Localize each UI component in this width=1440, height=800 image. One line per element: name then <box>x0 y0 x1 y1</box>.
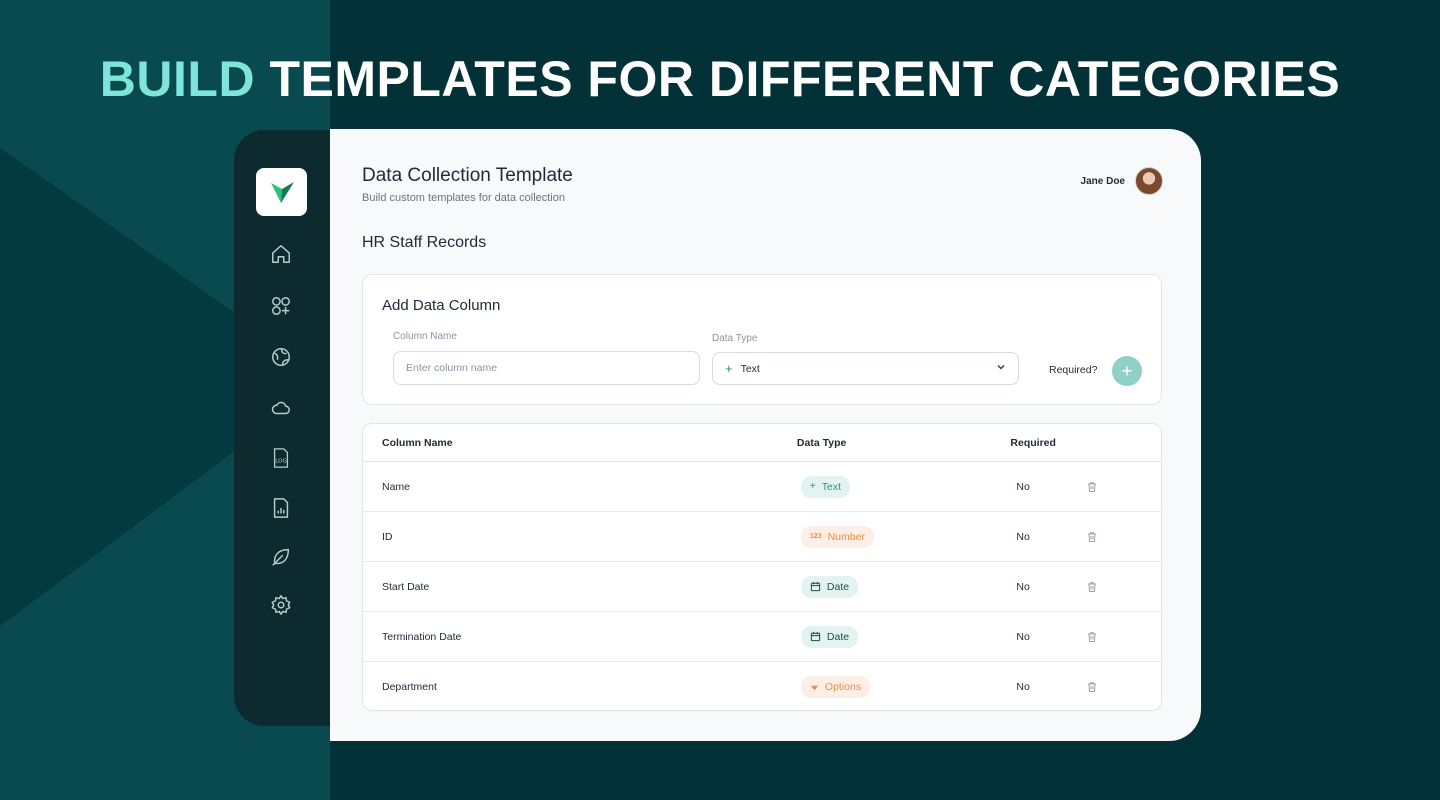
trash-icon[interactable] <box>1086 631 1098 643</box>
card-title: Add Data Column <box>382 297 501 314</box>
trash-icon[interactable] <box>1086 531 1098 543</box>
add-column-card: Add Data Column Column Name Data Type + … <box>362 274 1162 405</box>
row-name: ID <box>382 530 393 543</box>
type-badge: Date <box>800 625 859 648</box>
trash-icon[interactable] <box>1086 481 1098 493</box>
caret-down-icon <box>810 683 819 692</box>
trash-icon[interactable] <box>1086 581 1098 593</box>
type-label: Text <box>821 480 842 493</box>
main-panel: Data Collection Template Build custom te… <box>330 129 1201 741</box>
chevron-down-icon <box>996 362 1006 375</box>
data-type-value: Text <box>740 362 760 375</box>
table-row[interactable]: Termination Date Date No <box>363 612 1161 662</box>
cloud-icon[interactable] <box>269 396 293 420</box>
plus-icon: + <box>809 481 816 492</box>
avatar[interactable] <box>1135 167 1163 195</box>
gear-icon[interactable] <box>269 593 293 617</box>
page-title: Data Collection Template <box>362 165 573 186</box>
type-label: Date <box>826 580 850 593</box>
table-row[interactable]: Name + Text No <box>363 462 1161 512</box>
svg-text:LOG: LOG <box>275 459 286 465</box>
trash-icon[interactable] <box>1086 681 1098 693</box>
type-badge: Options <box>800 676 871 698</box>
row-name: Department <box>382 681 437 693</box>
number-icon: 123 <box>809 533 822 540</box>
row-required: No <box>1016 580 1030 593</box>
column-name-label: Column Name <box>393 331 457 342</box>
type-label: Options <box>824 681 862 693</box>
calendar-icon <box>810 631 821 642</box>
columns-table: Column Name Data Type Required Name + Te… <box>362 423 1162 711</box>
checkmark-logo[interactable] <box>256 168 307 216</box>
globe-icon[interactable] <box>269 345 293 369</box>
report-icon[interactable] <box>269 496 293 520</box>
type-label: Number <box>827 530 865 543</box>
row-required: No <box>1016 630 1030 643</box>
header-data-type: Data Type <box>796 436 847 449</box>
add-column-button[interactable]: + <box>1112 356 1142 386</box>
calendar-icon <box>810 581 821 592</box>
log-file-icon[interactable]: LOG <box>269 446 293 470</box>
table-row[interactable]: Department Options No <box>363 662 1161 710</box>
user-menu[interactable]: Jane Doe <box>1081 167 1163 195</box>
table-header: Column Name Data Type Required <box>363 424 1161 462</box>
plus-icon: + <box>725 361 733 376</box>
row-name: Start Date <box>382 580 430 593</box>
header-required: Required <box>1010 436 1056 449</box>
type-badge: 123 Number <box>800 525 874 548</box>
type-badge: + Text <box>800 475 851 498</box>
table-row[interactable]: Start Date Date No <box>363 562 1161 612</box>
column-name-input[interactable] <box>393 351 700 385</box>
required-label: Required? <box>1049 364 1098 376</box>
type-badge: Date <box>800 575 859 598</box>
table-row[interactable]: ID 123 Number No <box>363 512 1161 562</box>
row-required: No <box>1016 681 1030 693</box>
header-column-name: Column Name <box>382 436 453 449</box>
row-name: Name <box>382 480 411 493</box>
headline-rest: TEMPLATES FOR DIFFERENT CATEGORIES <box>269 51 1341 107</box>
type-label: Date <box>826 630 850 643</box>
leaf-icon[interactable] <box>269 545 293 569</box>
headline-accent: BUILD <box>99 51 256 107</box>
row-required: No <box>1016 530 1030 543</box>
home-icon[interactable] <box>269 242 293 266</box>
row-name: Termination Date <box>382 630 462 643</box>
data-type-select[interactable]: + Text <box>712 352 1019 385</box>
data-type-label: Data Type <box>712 333 758 344</box>
user-name: Jane Doe <box>1080 175 1125 187</box>
section-title: HR Staff Records <box>362 234 487 251</box>
page-subtitle: Build custom templates for data collecti… <box>362 192 565 204</box>
row-required: No <box>1016 480 1030 493</box>
page-headline: BUILD TEMPLATES FOR DIFFERENT CATEGORIES <box>0 50 1440 108</box>
apps-add-icon[interactable] <box>269 294 293 318</box>
